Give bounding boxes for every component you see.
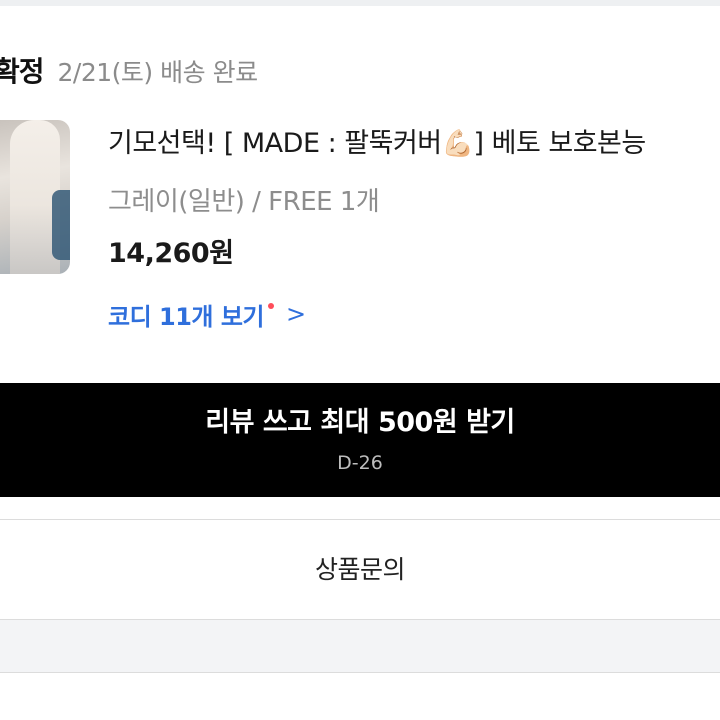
review-deadline: D-26 [337, 452, 383, 474]
chevron-right-icon: > [286, 300, 306, 328]
product-thumbnail[interactable] [0, 120, 70, 274]
codi-view-link[interactable]: 코디 11개 보기 > [108, 294, 306, 334]
top-divider [0, 0, 720, 6]
product-option: 그레이(일반) / FREE 1개 [108, 187, 380, 217]
product-name-suffix: ] 베토 보호본능 [473, 128, 647, 159]
review-reward-title: 리뷰 쓰고 최대 500원 받기 [205, 407, 515, 438]
product-price: 14,260원 [108, 238, 234, 269]
order-status-label: 확정 [0, 55, 45, 88]
order-status-line: 확정 2/21(토) 배송 완료 [0, 50, 258, 94]
flexed-arm-icon: 💪🏻 [441, 129, 474, 159]
codi-link-label: 코디 11개 보기 [108, 302, 265, 331]
product-name-text: 기모선택! [ MADE : 팔뚝커버 [108, 128, 442, 159]
new-badge-dot [268, 303, 275, 309]
section-gap [0, 620, 720, 672]
product-inquiry-label: 상품문의 [314, 555, 406, 584]
order-detail-page: 확정 2/21(토) 배송 완료 기모선택! [ MADE : 팔뚝커버💪🏻] … [0, 0, 720, 720]
delivery-date: 2/21(토) 배송 완료 [57, 58, 259, 87]
bottom-divider [0, 672, 720, 673]
product-inquiry-button[interactable]: 상품문의 [0, 519, 720, 620]
product-photo-background [52, 190, 70, 260]
product-name[interactable]: 기모선택! [ MADE : 팔뚝커버💪🏻] 베토 보호본능 [108, 124, 646, 164]
write-review-button[interactable]: 리뷰 쓰고 최대 500원 받기 D-26 [0, 383, 720, 497]
